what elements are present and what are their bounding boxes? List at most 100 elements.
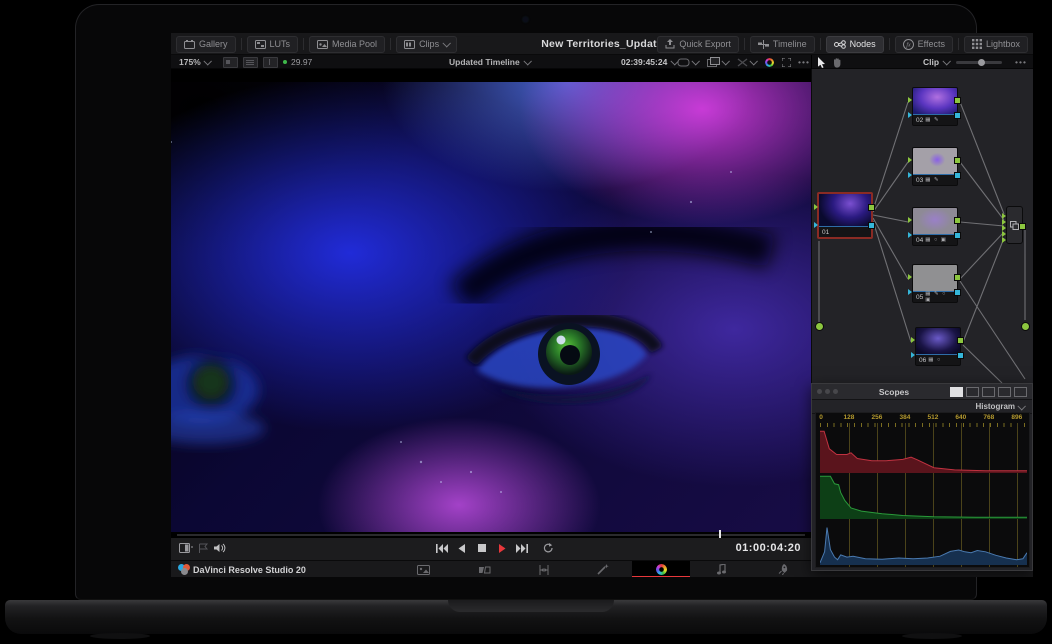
node-zoom-slider[interactable] (956, 61, 1002, 64)
expand-viewer-icon[interactable] (782, 58, 791, 67)
rgb-output[interactable] (868, 204, 875, 211)
clips-button[interactable]: Clips (396, 36, 457, 53)
single-viewer-icon[interactable] (223, 57, 238, 68)
window-minimize-icon[interactable] (825, 389, 830, 394)
rgb-output[interactable] (954, 157, 961, 164)
stop-button[interactable] (473, 540, 491, 556)
key-input[interactable] (814, 222, 818, 228)
divider (390, 38, 391, 50)
page-edit[interactable] (515, 561, 573, 577)
key-output[interactable] (868, 222, 875, 229)
gallery-button[interactable]: Gallery (176, 36, 236, 53)
corrector-node-05[interactable]: 05▦ ✎ ○ ▣ (912, 264, 958, 303)
play-button[interactable] (493, 540, 511, 556)
rgb-input[interactable] (908, 217, 912, 223)
play-reverse-button[interactable] (453, 540, 471, 556)
key-output[interactable] (954, 289, 961, 296)
key-output[interactable] (954, 112, 961, 119)
luts-button[interactable]: LUTs (247, 36, 299, 53)
key-output[interactable] (957, 352, 964, 359)
source-input-node[interactable] (815, 322, 824, 331)
scopes-titlebar[interactable]: Scopes (812, 384, 1032, 400)
rgb-input[interactable] (814, 204, 818, 210)
page-cut[interactable] (455, 561, 513, 577)
split-viewer-icon[interactable] (263, 57, 278, 68)
viewer-scrub-bar[interactable] (177, 534, 805, 536)
scope-mode-select[interactable]: Histogram (975, 402, 1015, 411)
go-to-start-button[interactable] (433, 540, 451, 556)
quick-export-button[interactable]: Quick Export (657, 36, 739, 53)
rgb-input[interactable] (908, 274, 912, 280)
nodes-button[interactable]: Nodes (826, 36, 884, 53)
viewer-more-button[interactable]: ••• (798, 57, 810, 67)
lightbox-button[interactable]: Lightbox (964, 36, 1028, 53)
layer-mixer-node[interactable] (1006, 206, 1023, 244)
page-fusion[interactable] (574, 561, 632, 577)
corrector-node-03[interactable]: 03▦ ✎ (912, 147, 958, 186)
page-media[interactable] (394, 561, 452, 577)
highlight-mode-icon[interactable] (737, 58, 748, 67)
histogram-tick-marks (820, 423, 1025, 427)
grid-viewer-icon[interactable] (243, 57, 258, 68)
page-deliver[interactable] (753, 561, 811, 577)
key-input[interactable] (908, 232, 912, 238)
nodes-icon (834, 40, 846, 49)
viewer-timecode[interactable]: 02:39:45:24 (621, 57, 667, 67)
key-output[interactable] (954, 232, 961, 239)
rgb-input[interactable] (908, 97, 912, 103)
corrector-node-04[interactable]: 04▦ ○ ▣ (912, 207, 958, 246)
node-thumbnail (913, 208, 957, 235)
histogram-tick-labels: 0128256384512640768896 (816, 414, 1031, 422)
corrector-node-02[interactable]: 02▦ ✎ (912, 87, 958, 126)
effects-button[interactable]: fx Effects (895, 36, 953, 53)
zoom-level-select[interactable]: 175% (179, 57, 201, 67)
key-input[interactable] (911, 352, 915, 358)
node-view-mode[interactable]: Clip (923, 57, 939, 67)
page-fairlight[interactable] (692, 561, 750, 577)
top-toolbar: Gallery LUTs Media Pool Cl (171, 33, 1033, 55)
go-to-end-button[interactable] (513, 540, 531, 556)
histogram-tick-label: 384 (899, 414, 910, 421)
rgb-output[interactable] (954, 217, 961, 224)
node-number: 02 (916, 117, 923, 124)
rgb-output[interactable] (1019, 223, 1026, 230)
laptop-foot (90, 633, 150, 639)
left-eye (171, 356, 265, 444)
flag-icon[interactable] (198, 543, 209, 553)
page-color[interactable] (632, 561, 690, 577)
hand-tool-icon[interactable] (832, 57, 842, 68)
node-number: 03 (916, 177, 923, 184)
node-panel-more-button[interactable]: ••• (1015, 57, 1027, 67)
layout-quad-icon[interactable] (982, 387, 995, 397)
viewer-mode-icon[interactable] (179, 543, 193, 553)
key-input[interactable] (908, 289, 912, 295)
node-tree-output[interactable] (1021, 322, 1030, 331)
key-output[interactable] (954, 172, 961, 179)
window-zoom-icon[interactable] (833, 389, 838, 394)
timeline-button[interactable]: Timeline (750, 36, 815, 53)
window-close-icon[interactable] (817, 389, 822, 394)
laptop-foot (902, 633, 962, 639)
layout-grid-icon[interactable] (1014, 387, 1027, 397)
layout-stack-icon[interactable] (998, 387, 1011, 397)
rgb-output[interactable] (954, 274, 961, 281)
layout-single-icon[interactable] (950, 387, 963, 397)
layout-two-up-icon[interactable] (966, 387, 979, 397)
rgb-input[interactable] (908, 157, 912, 163)
mask-mode-icon[interactable] (677, 58, 690, 67)
loop-button[interactable] (539, 540, 557, 556)
image-wipe-icon[interactable] (707, 57, 720, 67)
rgb-output[interactable] (957, 337, 964, 344)
timeline-selector[interactable]: Updated Timeline (449, 57, 520, 67)
slider-thumb[interactable] (978, 59, 985, 66)
corrector-node-06[interactable]: 06▦ ○ (915, 327, 961, 366)
corrector-node-01[interactable]: 01 (817, 192, 873, 239)
key-input[interactable] (908, 112, 912, 118)
pointer-tool-icon[interactable] (817, 57, 826, 68)
rgb-output[interactable] (954, 97, 961, 104)
media-pool-button[interactable]: Media Pool (309, 36, 385, 53)
key-input[interactable] (908, 172, 912, 178)
audio-mute-icon[interactable] (214, 543, 226, 553)
rgb-input[interactable] (911, 337, 915, 343)
color-wheel-icon[interactable] (765, 58, 774, 67)
